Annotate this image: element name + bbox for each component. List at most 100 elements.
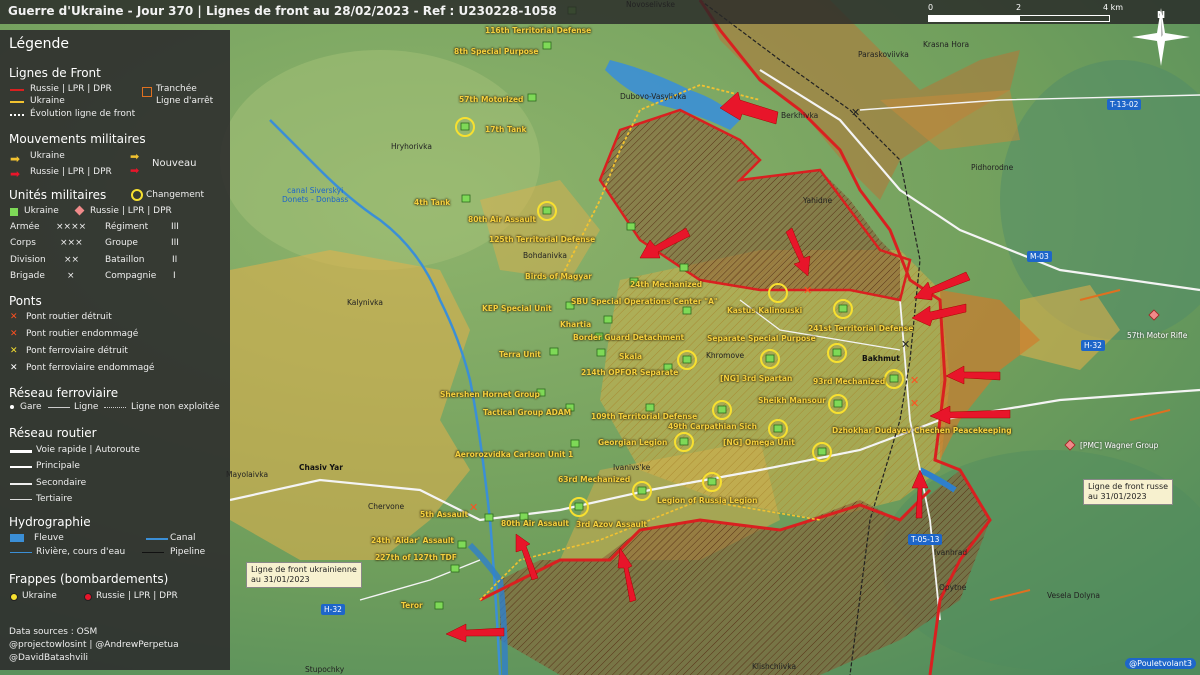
russia-arrow-icon: ➡ bbox=[10, 167, 21, 181]
canal-label: canal Siverskyi Donets - Donbass bbox=[282, 186, 348, 204]
unit-label[interactable]: Aerorozvidka Carlson Unit 1 bbox=[455, 450, 573, 459]
canal-label-line: Donets - Donbass bbox=[282, 195, 349, 204]
trench-swatch bbox=[142, 87, 152, 97]
place-label: Hryhorivka bbox=[391, 142, 432, 151]
unit-label[interactable]: 80th Air Assault bbox=[501, 519, 569, 528]
echelon-symbol: × bbox=[67, 271, 75, 281]
unit-marker bbox=[574, 502, 584, 511]
evolution-swatch bbox=[10, 114, 24, 116]
unit-label[interactable]: 214th OPFOR Separate bbox=[581, 368, 678, 377]
unit-label[interactable]: Tactical Group ADAM bbox=[483, 408, 571, 417]
unit-label[interactable]: KEP Special Unit bbox=[482, 304, 552, 313]
place-label: Stupochky bbox=[305, 665, 345, 674]
unit-label[interactable]: 4th Tank bbox=[414, 198, 450, 207]
legend-move-new: Nouveau bbox=[152, 158, 197, 169]
strike-ukraine-icon bbox=[10, 593, 18, 601]
unit-label[interactable]: 227th of 127th TDF bbox=[375, 553, 457, 562]
ukraine-line-swatch bbox=[10, 101, 24, 103]
note-line: Ligne de front russe bbox=[1088, 482, 1169, 491]
legend-move-ukraine: Ukraine bbox=[30, 151, 65, 161]
unit-label[interactable]: Separate Special Purpose bbox=[707, 334, 816, 343]
unit-label[interactable]: Legion of Russia Legion bbox=[657, 496, 758, 505]
new-russia-arrow-icon: ➡ bbox=[130, 164, 140, 177]
legend-strikes-heading: Frappes (bombardements) bbox=[9, 572, 169, 586]
legend-rail-line: Ligne bbox=[74, 402, 99, 412]
ukraine-arrow-icon: ➡ bbox=[10, 152, 21, 166]
unit-label[interactable]: 49th Carpathian Sich bbox=[668, 422, 757, 431]
echelon-name: Compagnie bbox=[105, 271, 157, 281]
change-ring-icon bbox=[131, 189, 143, 201]
echelon-name: Division bbox=[10, 255, 46, 265]
unit-label[interactable]: Sheikh Mansour bbox=[758, 396, 826, 405]
unit-label[interactable]: Terra Unit bbox=[499, 350, 541, 359]
road-badge: T-05-13 bbox=[908, 534, 943, 545]
echelon-symbol: II bbox=[172, 255, 178, 265]
svg-text:✕: ✕ bbox=[910, 397, 919, 410]
unit-label[interactable]: Kastus Kalinouski bbox=[727, 306, 802, 315]
unit-label[interactable]: Border Guard Detachment bbox=[573, 333, 684, 342]
unit-label[interactable]: 3rd Azov Assault bbox=[576, 520, 647, 529]
legend-front-heading: Lignes de Front bbox=[9, 66, 101, 80]
unit-label[interactable]: 125th Territorial Defense bbox=[489, 235, 595, 244]
unit-label[interactable]: Teror bbox=[401, 601, 423, 610]
russia-unit-icon bbox=[74, 205, 85, 216]
echelon-symbol: ×× bbox=[64, 255, 80, 265]
canal-label-line: canal Siverskyi bbox=[287, 186, 344, 195]
rail-bridge-damaged-icon: ✕ bbox=[10, 363, 18, 373]
legend-trench: Tranchée bbox=[156, 84, 197, 94]
unit-label[interactable]: [NG] 3rd Spartan bbox=[720, 374, 792, 383]
legend-stopline: Ligne d'arrêt bbox=[156, 96, 214, 106]
author-credit[interactable]: @Pouletvolant3 bbox=[1125, 658, 1196, 669]
place-label: Chervone bbox=[368, 502, 405, 511]
unit-label[interactable]: Dzhokhar Dudayev Chechen Peacekeeping bbox=[832, 426, 1012, 435]
rail-unused-swatch bbox=[104, 407, 126, 408]
unit-marker bbox=[603, 315, 613, 324]
unit-label[interactable]: Khartia bbox=[560, 320, 591, 329]
unit-label[interactable]: 241st Territorial Defense bbox=[808, 324, 913, 333]
unit-label[interactable]: Birds of Magyar bbox=[525, 272, 592, 281]
unit-label[interactable]: 109th Territorial Defense bbox=[591, 412, 697, 421]
legend-road-item: Tertiaire bbox=[36, 494, 73, 504]
scale-label: 2 bbox=[1016, 3, 1022, 12]
unit-marker bbox=[717, 405, 727, 414]
rail-line-swatch bbox=[48, 407, 70, 408]
unit-marker bbox=[645, 403, 655, 412]
unit-label[interactable]: 116th Territorial Defense bbox=[485, 26, 591, 35]
russian-unit-label[interactable]: [PMC] Wagner Group bbox=[1080, 441, 1158, 450]
unit-label[interactable]: 80th Air Assault bbox=[468, 215, 536, 224]
echelon-name: Régiment bbox=[105, 222, 149, 232]
unit-label[interactable]: 57th Motorized bbox=[459, 95, 523, 104]
unit-label[interactable]: 24th 'Aidar' Assault bbox=[371, 536, 454, 545]
map-title: Guerre d'Ukraine - Jour 370 | Lignes de … bbox=[8, 4, 557, 18]
unit-label[interactable]: 93rd Mechanized bbox=[813, 377, 885, 386]
unit-marker bbox=[637, 486, 647, 495]
unit-label[interactable]: 24th Mechanized bbox=[630, 280, 702, 289]
svg-text:✕: ✕ bbox=[851, 106, 860, 119]
unit-label[interactable]: SBU Special Operations Center "A" bbox=[571, 297, 718, 306]
unit-label[interactable]: Skala bbox=[619, 352, 642, 361]
legend-front-evolution: Évolution ligne de front bbox=[30, 109, 136, 119]
unit-label[interactable]: 5th Assault bbox=[420, 510, 468, 519]
unit-marker bbox=[457, 540, 467, 549]
road-badge: H-32 bbox=[1081, 340, 1105, 351]
unit-label[interactable]: 8th Special Purpose bbox=[454, 47, 538, 56]
unit-label[interactable]: 17th Tank bbox=[485, 125, 527, 134]
echelon-name: Armée bbox=[10, 222, 40, 232]
data-source-line: @DavidBatashvili bbox=[9, 653, 88, 663]
legend-units-heading: Unités militaires bbox=[9, 188, 107, 202]
tertiary-road-swatch bbox=[10, 499, 32, 500]
svg-text:✕: ✕ bbox=[901, 338, 910, 351]
unit-label[interactable]: Shershen Hornet Group bbox=[440, 390, 540, 399]
data-source-line: @projectowlosint | @AndrewPerpetua bbox=[9, 640, 179, 650]
secondary-road-swatch bbox=[10, 483, 32, 485]
scale-label: 0 bbox=[928, 3, 934, 12]
unit-label[interactable]: Georgian Legion bbox=[598, 438, 667, 447]
highway-swatch bbox=[10, 450, 32, 453]
legend-bridge-item: Pont ferroviaire endommagé bbox=[26, 363, 155, 373]
road-badge: H-32 bbox=[321, 604, 345, 615]
legend-rail-unused: Ligne non exploitée bbox=[131, 402, 220, 412]
legend-front-ukraine: Ukraine bbox=[30, 96, 65, 106]
russian-unit-label[interactable]: 57th Motor Rifle bbox=[1127, 331, 1187, 340]
unit-label[interactable]: [NG] Omega Unit bbox=[723, 438, 795, 447]
unit-label[interactable]: 63rd Mechanized bbox=[558, 475, 630, 484]
